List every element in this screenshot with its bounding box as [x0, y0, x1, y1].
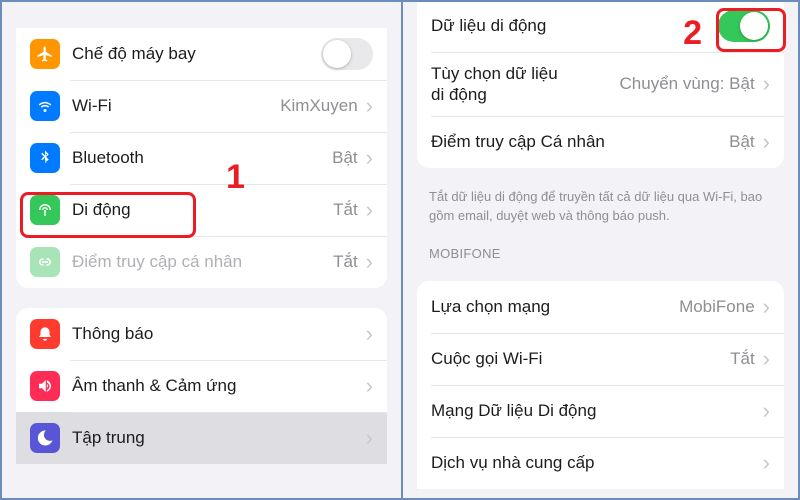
- cellular-data-footer: Tắt dữ liệu di động để truyền tất cả dữ …: [403, 188, 798, 240]
- row-personal-hotspot-detail[interactable]: Điểm truy cập Cá nhân Bật ›: [417, 116, 784, 168]
- settings-group-connectivity: Chế độ máy bay Wi-Fi KimXuyen › Bluetoot…: [16, 28, 387, 288]
- row-wifi-calling[interactable]: Cuộc gọi Wi-Fi Tắt ›: [417, 333, 784, 385]
- cellular-value: Tắt: [333, 200, 358, 220]
- notifications-icon: [30, 319, 60, 349]
- chevron-right-icon: ›: [763, 400, 770, 422]
- cellular-icon: [30, 195, 60, 225]
- cellular-data-options-label: Tùy chọn dữ liệu di động: [431, 63, 612, 106]
- airplane-toggle[interactable]: [321, 38, 373, 70]
- row-focus[interactable]: Tập trung ›: [16, 412, 387, 464]
- airplane-icon: [30, 39, 60, 69]
- row-airplane-mode[interactable]: Chế độ máy bay: [16, 28, 387, 80]
- wifi-label: Wi-Fi: [72, 95, 272, 116]
- cellular-data-toggle[interactable]: [718, 10, 770, 42]
- cellular-data-options-value: Chuyển vùng: Bật: [620, 74, 755, 94]
- wifi-icon: [30, 91, 60, 121]
- chevron-right-icon: ›: [366, 199, 373, 221]
- network-selection-label: Lựa chọn mạng: [431, 296, 671, 317]
- row-bluetooth[interactable]: Bluetooth Bật ›: [16, 132, 387, 184]
- chevron-right-icon: ›: [366, 323, 373, 345]
- wifi-calling-label: Cuộc gọi Wi-Fi: [431, 348, 722, 369]
- row-cellular[interactable]: Di động Tắt ›: [16, 184, 387, 236]
- personal-hotspot-detail-value: Bật: [729, 132, 755, 152]
- chevron-right-icon: ›: [763, 131, 770, 153]
- row-cellular-data-options[interactable]: Tùy chọn dữ liệu di động Chuyển vùng: Bậ…: [417, 52, 784, 116]
- row-network-selection[interactable]: Lựa chọn mạng MobiFone ›: [417, 281, 784, 333]
- row-sounds[interactable]: Âm thanh & Cảm ứng ›: [16, 360, 387, 412]
- sounds-icon: [30, 371, 60, 401]
- bluetooth-label: Bluetooth: [72, 147, 324, 168]
- carrier-services-label: Dịch vụ nhà cung cấp: [431, 452, 755, 473]
- cellular-label: Di động: [72, 199, 325, 220]
- row-cellular-data[interactable]: Dữ liệu di động: [417, 2, 784, 52]
- chevron-right-icon: ›: [366, 375, 373, 397]
- hotspot-icon: [30, 247, 60, 277]
- chevron-right-icon: ›: [763, 73, 770, 95]
- row-cellular-data-network[interactable]: Mạng Dữ liệu Di động ›: [417, 385, 784, 437]
- cellular-detail-panel: Dữ liệu di động Tùy chọn dữ liệu di động…: [403, 2, 798, 498]
- settings-group-alerts: Thông báo › Âm thanh & Cảm ứng › Tập tru…: [16, 308, 387, 464]
- airplane-label: Chế độ máy bay: [72, 43, 321, 64]
- sounds-label: Âm thanh & Cảm ứng: [72, 375, 358, 396]
- focus-icon: [30, 423, 60, 453]
- chevron-right-icon: ›: [366, 147, 373, 169]
- hotspot-value: Tắt: [333, 252, 358, 272]
- notifications-label: Thông báo: [72, 323, 358, 344]
- cellular-data-label: Dữ liệu di động: [431, 15, 718, 36]
- screenshot-wrapper: Chế độ máy bay Wi-Fi KimXuyen › Bluetoot…: [0, 0, 800, 500]
- focus-label: Tập trung: [72, 427, 358, 448]
- chevron-right-icon: ›: [763, 348, 770, 370]
- carrier-section-header: MOBIFONE: [403, 240, 798, 269]
- row-personal-hotspot[interactable]: Điểm truy cập cá nhân Tắt ›: [16, 236, 387, 288]
- cellular-group-main: Dữ liệu di động Tùy chọn dữ liệu di động…: [417, 2, 784, 168]
- chevron-right-icon: ›: [763, 452, 770, 474]
- chevron-right-icon: ›: [366, 95, 373, 117]
- wifi-calling-value: Tắt: [730, 349, 755, 369]
- personal-hotspot-detail-label: Điểm truy cập Cá nhân: [431, 131, 721, 152]
- hotspot-label: Điểm truy cập cá nhân: [72, 251, 325, 272]
- bluetooth-icon: [30, 143, 60, 173]
- wifi-value: KimXuyen: [280, 96, 357, 116]
- chevron-right-icon: ›: [366, 251, 373, 273]
- chevron-right-icon: ›: [366, 427, 373, 449]
- row-notifications[interactable]: Thông báo ›: [16, 308, 387, 360]
- chevron-right-icon: ›: [763, 296, 770, 318]
- cellular-data-network-label: Mạng Dữ liệu Di động: [431, 400, 755, 421]
- settings-root-panel: Chế độ máy bay Wi-Fi KimXuyen › Bluetoot…: [2, 2, 403, 498]
- network-selection-value: MobiFone: [679, 297, 755, 317]
- row-carrier-services[interactable]: Dịch vụ nhà cung cấp ›: [417, 437, 784, 489]
- bluetooth-value: Bật: [332, 148, 358, 168]
- row-wifi[interactable]: Wi-Fi KimXuyen ›: [16, 80, 387, 132]
- cellular-group-carrier: Lựa chọn mạng MobiFone › Cuộc gọi Wi-Fi …: [417, 281, 784, 489]
